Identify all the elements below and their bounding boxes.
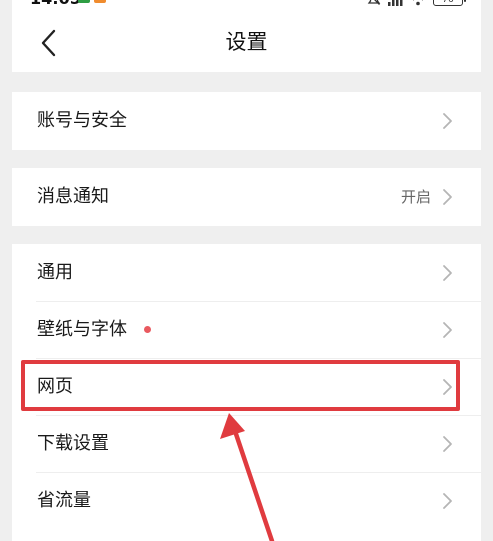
new-badge-dot	[144, 326, 151, 333]
notification-app-icon	[78, 0, 90, 3]
settings-row-notifications[interactable]: 消息通知 开启	[12, 168, 481, 226]
chevron-right-icon	[443, 264, 452, 281]
row-label: 壁纸与字体	[37, 318, 127, 340]
wifi-icon	[413, 0, 423, 6]
highlight-box	[21, 360, 460, 411]
page-title: 设置	[225, 30, 268, 54]
row-label: 消息通知	[37, 186, 109, 207]
top-nav-bar: 设置	[12, 12, 481, 72]
row-label: 下载设置	[37, 432, 109, 454]
settings-row-account-security[interactable]: 账号与安全	[12, 92, 481, 150]
chevron-right-icon	[443, 435, 452, 452]
settings-row-data-saver[interactable]: 省流量	[12, 472, 481, 529]
row-label: 省流量	[37, 489, 91, 511]
status-bar: 14:05 76	[12, 0, 481, 12]
chevron-right-icon	[443, 492, 452, 509]
row-label: 通用	[37, 261, 73, 283]
chevron-right-icon	[443, 189, 452, 205]
signal-icon	[388, 0, 403, 6]
notifications-card: 消息通知 开启	[12, 168, 481, 226]
notifications-status-value: 开启	[400, 188, 431, 206]
settings-row-general[interactable]: 通用	[12, 244, 481, 301]
chevron-right-icon	[443, 113, 452, 129]
battery-level: 76	[442, 0, 453, 5]
notification-app-icon	[94, 0, 106, 3]
account-card: 账号与安全	[12, 92, 481, 150]
settings-page: 14:05 76	[0, 0, 493, 541]
settings-row-wallpaper-font[interactable]: 壁纸与字体	[12, 301, 481, 358]
status-indicators: 76	[367, 0, 466, 8]
mute-bell-icon	[367, 0, 381, 5]
row-label: 账号与安全	[37, 110, 127, 131]
chevron-right-icon	[443, 321, 452, 338]
battery-icon: 76	[433, 0, 466, 6]
status-time: 14:05	[30, 0, 81, 8]
settings-row-download[interactable]: 下载设置	[12, 415, 481, 472]
